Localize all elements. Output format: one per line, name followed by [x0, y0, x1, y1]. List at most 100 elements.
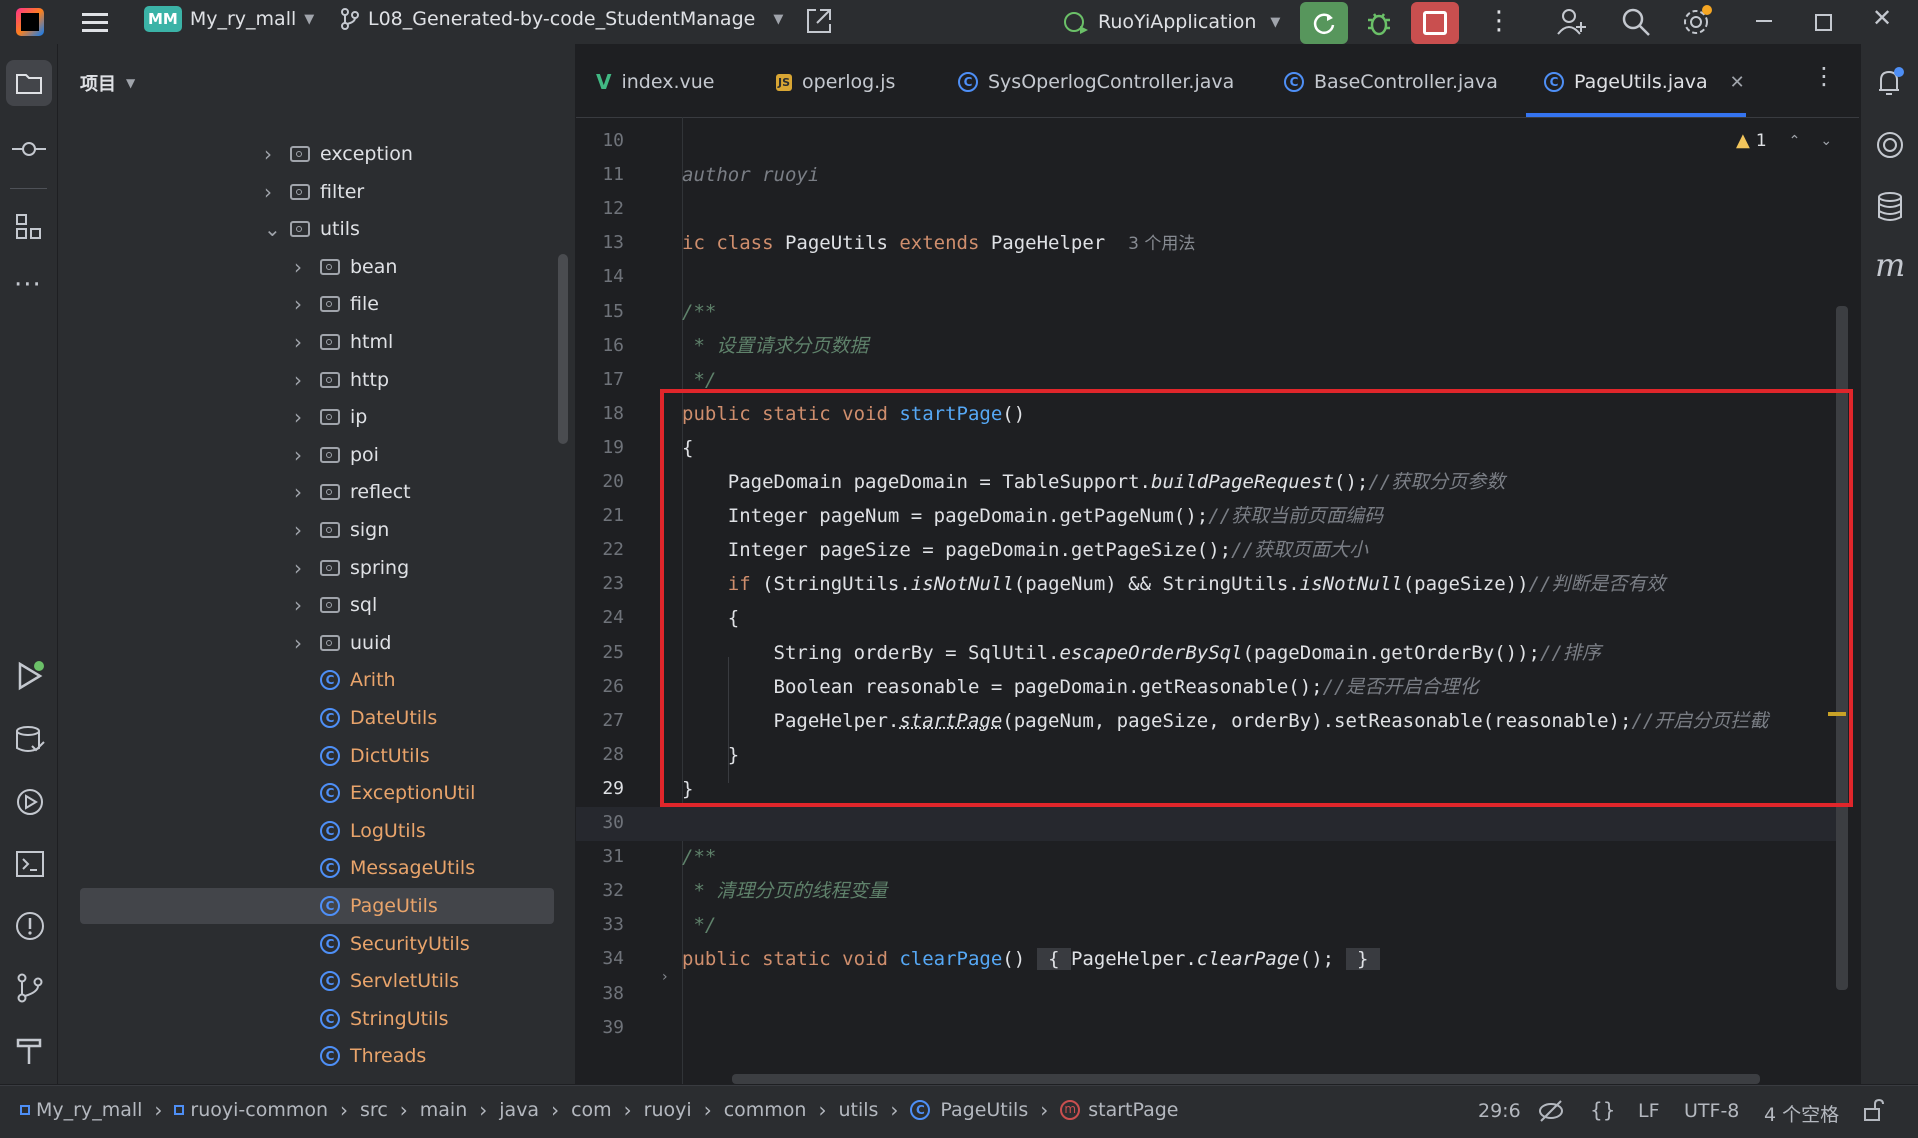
services-icon[interactable]	[14, 786, 46, 818]
chevron-right-icon[interactable]: ›	[264, 180, 280, 204]
tree-folder-uuid[interactable]: › uuid	[294, 625, 391, 661]
breadcrumb-item[interactable]: utils	[838, 1099, 878, 1121]
tab-sysoperlogcontroller[interactable]: C SysOperlogController.java	[958, 64, 1234, 100]
tree-folder-sql[interactable]: › sql	[294, 587, 377, 623]
file-encoding[interactable]: UTF-8	[1684, 1100, 1739, 1122]
code-line[interactable]: * 设置请求分页数据	[682, 331, 868, 361]
chevron-right-icon[interactable]: ›	[294, 255, 310, 279]
project-scrollbar[interactable]	[558, 254, 568, 444]
tree-class-SecurityUtils[interactable]: C SecurityUtils	[294, 926, 470, 962]
line-number[interactable]: 27	[576, 710, 624, 731]
chevron-right-icon[interactable]: ›	[294, 405, 310, 429]
tabs-more-icon[interactable]: ⋮	[1812, 62, 1836, 90]
line-number[interactable]: 19	[576, 437, 624, 458]
line-number[interactable]: 29	[576, 778, 624, 799]
line-number[interactable]: 38	[576, 983, 624, 1004]
add-user-icon[interactable]	[1556, 6, 1588, 38]
line-number[interactable]: 21	[576, 505, 624, 526]
tree-class-DateUtils[interactable]: C DateUtils	[294, 700, 437, 736]
line-number[interactable]: 16	[576, 335, 624, 356]
tree-class-MessageUtils[interactable]: C MessageUtils	[294, 850, 475, 886]
tree-folder-http[interactable]: › http	[294, 362, 389, 398]
tab-index-vue[interactable]: V index.vue	[596, 64, 714, 100]
tree-folder-reflect[interactable]: › reflect	[294, 474, 411, 510]
search-icon[interactable]	[1620, 6, 1652, 38]
code-line[interactable]: * 清理分页的线程变量	[682, 876, 887, 906]
project-tool-button[interactable]	[6, 60, 52, 106]
breadcrumb-item[interactable]: m startPage	[1060, 1099, 1178, 1121]
tree-class-StringUtils[interactable]: C StringUtils	[294, 1001, 449, 1037]
git-icon[interactable]	[14, 972, 46, 1004]
breadcrumb-item[interactable]: src	[360, 1099, 388, 1121]
line-number[interactable]: 13	[576, 232, 624, 253]
line-number[interactable]: 32	[576, 880, 624, 901]
tree-folder-file[interactable]: › file	[294, 286, 379, 322]
indent-setting[interactable]: 4 个空格	[1764, 1100, 1839, 1127]
app-logo-icon[interactable]	[16, 8, 44, 36]
code-line[interactable]: */	[682, 910, 716, 940]
project-panel-header[interactable]: 项目 ▼	[80, 70, 135, 96]
breadcrumb-item[interactable]: ruoyi-common	[174, 1099, 328, 1121]
code-line[interactable]: /**	[682, 297, 716, 327]
branch-switcher[interactable]: L08_Generated-by-code_StudentManage ▼	[340, 8, 783, 30]
line-number[interactable]: 20	[576, 471, 624, 492]
ai-assistant-icon[interactable]	[1873, 128, 1907, 162]
caret-position[interactable]: 29:6	[1478, 1100, 1521, 1122]
fold-collapsed-icon[interactable]: ›	[662, 969, 668, 985]
tab-pageutils-active[interactable]: C PageUtils.java ✕	[1544, 64, 1745, 100]
tree-folder-spring[interactable]: › spring	[294, 550, 409, 586]
close-tab-icon[interactable]: ✕	[1730, 72, 1745, 93]
line-number[interactable]: 39	[576, 1017, 624, 1038]
chevron-right-icon[interactable]: ›	[294, 330, 310, 354]
previous-highlight-icon[interactable]: ⌃	[1789, 133, 1801, 149]
database-icon[interactable]	[1873, 190, 1907, 224]
breadcrumb-item[interactable]: java	[499, 1099, 539, 1121]
tree-folder-filter[interactable]: › filter	[264, 174, 364, 210]
stop-button[interactable]	[1411, 2, 1459, 44]
tree-class-ExceptionUtil[interactable]: C ExceptionUtil	[294, 775, 475, 811]
more-actions-icon[interactable]: ⋮	[1486, 8, 1512, 34]
tree-class-ServletUtils[interactable]: C ServletUtils	[294, 963, 459, 999]
terminal-icon[interactable]	[14, 848, 46, 880]
more-tools-icon[interactable]: ···	[14, 270, 42, 300]
main-menu-icon[interactable]	[80, 8, 110, 36]
breadcrumb-item[interactable]: main	[420, 1099, 467, 1121]
line-number[interactable]: 12	[576, 198, 624, 219]
code-line[interactable]: /**	[682, 842, 716, 872]
next-highlight-icon[interactable]: ⌄	[1820, 133, 1832, 149]
code-style-icon[interactable]: {}	[1590, 1098, 1615, 1122]
line-number[interactable]: 10	[576, 130, 624, 151]
line-number[interactable]: 18	[576, 403, 624, 424]
rerun-button[interactable]	[1300, 2, 1348, 44]
chevron-right-icon[interactable]: ›	[294, 556, 310, 580]
database-changes-icon[interactable]	[14, 724, 46, 756]
inspections-off-icon[interactable]	[1538, 1098, 1564, 1124]
chevron-right-icon[interactable]: ›	[294, 368, 310, 392]
line-number[interactable]: 25	[576, 642, 624, 663]
minimize-window-button[interactable]	[1756, 20, 1772, 22]
line-number[interactable]: 14	[576, 266, 624, 287]
horizontal-scrollbar[interactable]	[732, 1074, 1760, 1084]
code-line[interactable]: author ruoyi	[682, 160, 819, 190]
breadcrumb-item[interactable]: com	[571, 1099, 612, 1121]
chevron-right-icon[interactable]: ›	[294, 631, 310, 655]
build-hammer-icon[interactable]	[14, 1034, 46, 1066]
chevron-down-icon[interactable]: ⌄	[264, 217, 280, 241]
line-number[interactable]: 17	[576, 369, 624, 390]
structure-icon[interactable]	[14, 212, 44, 242]
line-separator[interactable]: LF	[1638, 1100, 1660, 1122]
breadcrumb-item[interactable]: C PageUtils	[910, 1099, 1028, 1121]
tree-class-Threads[interactable]: C Threads	[294, 1038, 426, 1074]
line-number[interactable]: 28	[576, 744, 624, 765]
breadcrumb-item[interactable]: My_ry_mall	[20, 1099, 142, 1121]
tree-folder-utils[interactable]: ⌄ utils	[264, 211, 360, 247]
line-number[interactable]: 24	[576, 607, 624, 628]
line-number[interactable]: 34	[576, 948, 624, 969]
tree-class-DictUtils[interactable]: C DictUtils	[294, 738, 430, 774]
run-icon[interactable]	[14, 660, 46, 692]
lock-icon[interactable]	[1862, 1098, 1886, 1122]
tree-class-Arith[interactable]: C Arith	[294, 662, 396, 698]
debug-icon[interactable]	[1364, 8, 1394, 38]
line-number[interactable]: 22	[576, 539, 624, 560]
code-line[interactable]: ic class PageUtils extends PageHelper 3 …	[682, 228, 1195, 258]
